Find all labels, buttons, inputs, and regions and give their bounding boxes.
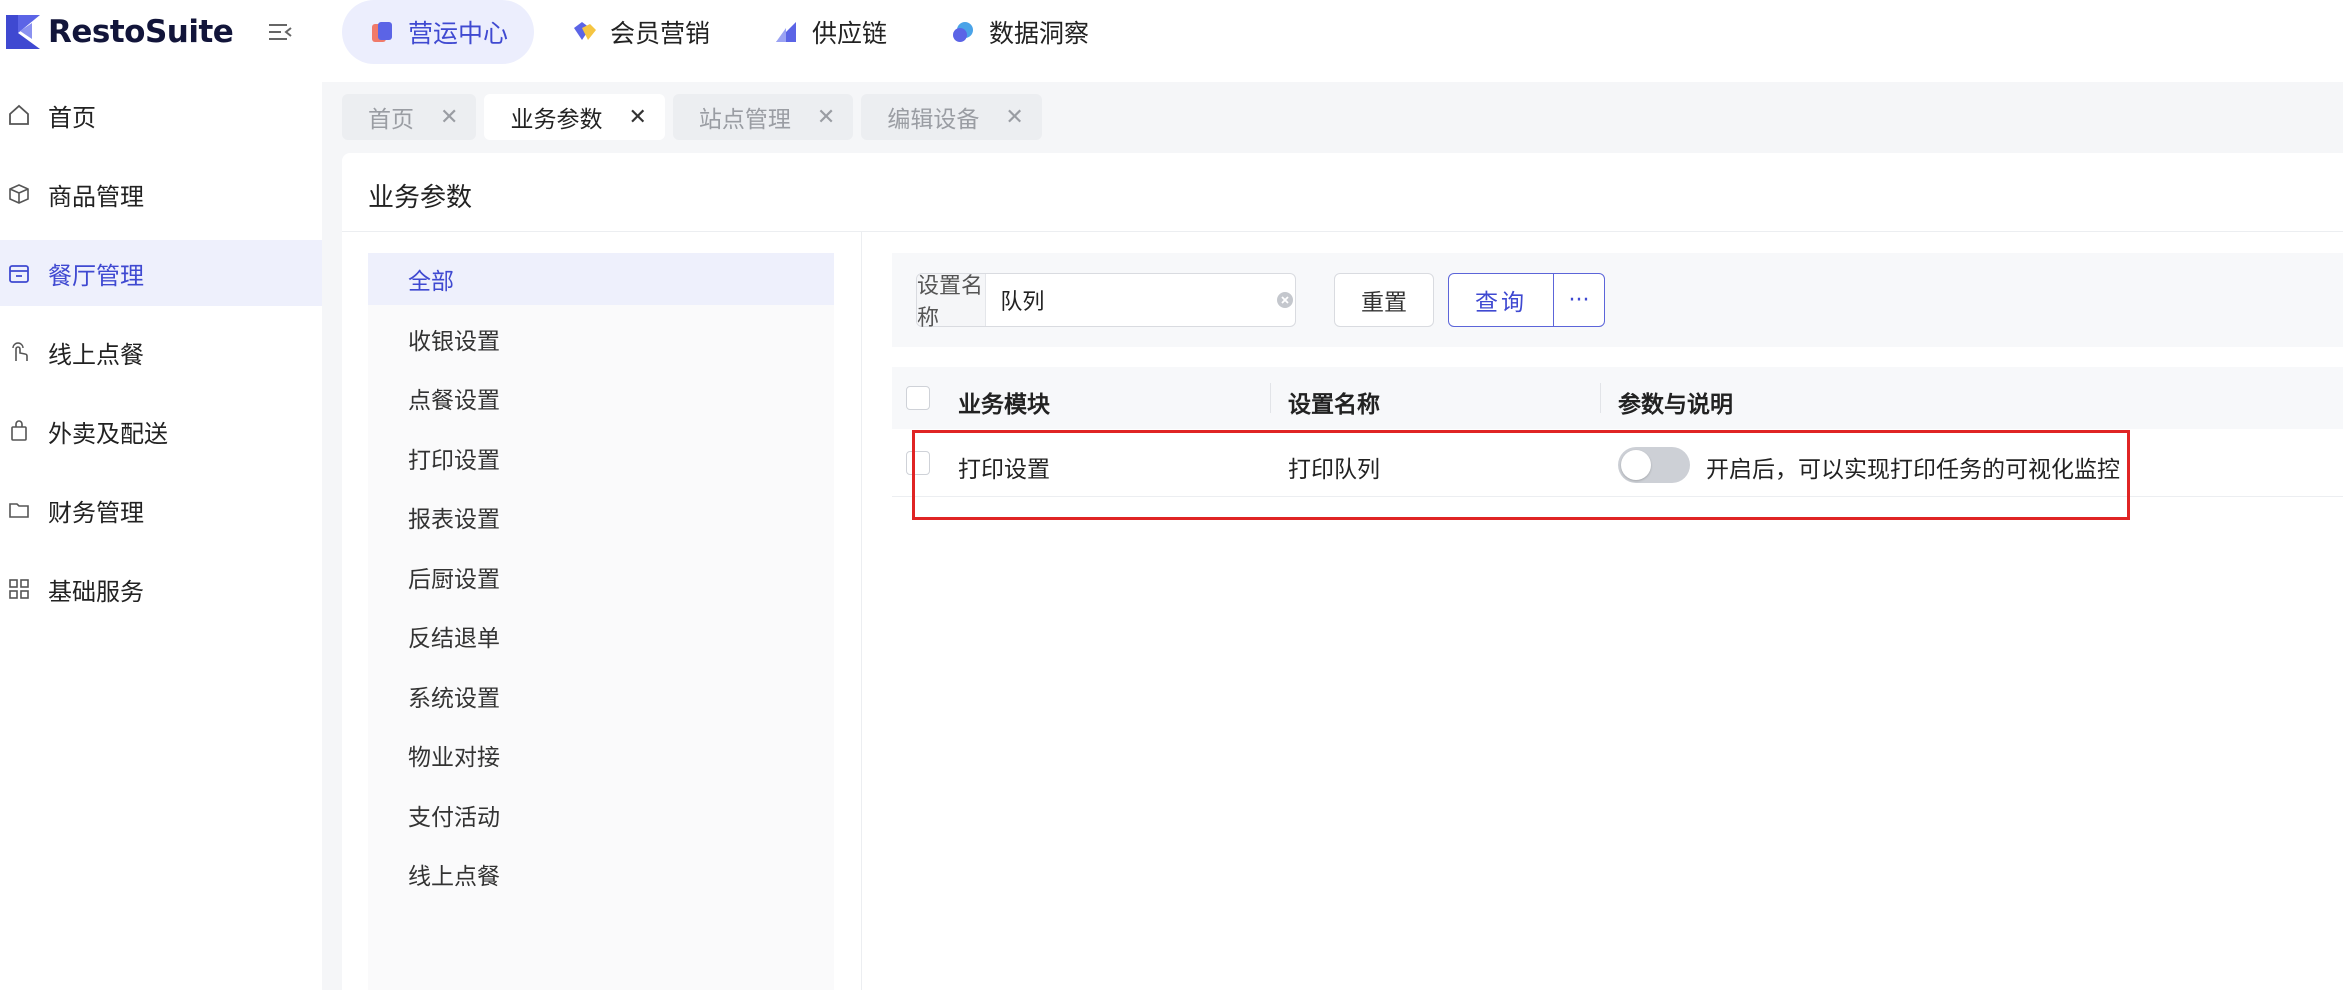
top-bar: RestoSuite 营运中心 会员营销 供应链 数据洞察 <box>0 0 2343 82</box>
column-separator <box>1270 383 1271 413</box>
sidebar-item-label: 外卖及配送 <box>48 419 168 448</box>
sidebar-item-home[interactable]: 首页 <box>0 82 322 148</box>
sidebar-item-label: 基础服务 <box>48 577 144 606</box>
setting-name-filter: 设置名称 <box>916 273 1296 331</box>
category-item-reports[interactable]: 报表设置 <box>368 491 834 543</box>
sidebar-item-online-order[interactable]: 线上点餐 <box>0 319 322 385</box>
column-header-params: 参数与说明 <box>1618 392 1733 418</box>
page-tab-home[interactable]: 首页 ✕ <box>342 94 477 140</box>
module-tab-label: 营运中心 <box>408 19 509 48</box>
category-item-payment[interactable]: 支付活动 <box>368 789 834 841</box>
page-tab-site-management[interactable]: 站点管理 ✕ <box>672 94 854 140</box>
filter-label: 设置名称 <box>917 274 987 331</box>
category-list: 全部 收银设置 点餐设置 打印设置 报表设置 后厨设置 反结退单 系统设置 物业… <box>368 253 834 990</box>
bag-icon <box>8 420 30 442</box>
category-item-ordering[interactable]: 点餐设置 <box>368 372 834 424</box>
panel-divider <box>861 232 862 990</box>
operations-icon <box>372 22 392 42</box>
menu-collapse-icon <box>269 24 292 40</box>
sidebar-item-restaurant[interactable]: 餐厅管理 <box>0 240 322 306</box>
print-queue-toggle[interactable] <box>1618 447 1690 483</box>
membership-icon <box>574 22 597 40</box>
store-icon <box>8 262 30 284</box>
sidebar-item-label: 首页 <box>48 103 96 132</box>
grid-icon <box>8 578 30 600</box>
sidebar-item-finance[interactable]: 财务管理 <box>0 477 322 543</box>
table-row: 打印设置 打印队列 开启后，可以实现打印任务的可视化监控 <box>892 429 2343 497</box>
page-tabs: 首页 ✕ 业务参数 ✕ 站点管理 ✕ 编辑设备 ✕ <box>342 94 1050 140</box>
page-tab-edit-device[interactable]: 编辑设备 ✕ <box>861 94 1042 140</box>
folder-icon <box>8 499 30 521</box>
app-logo[interactable]: RestoSuite <box>4 12 234 52</box>
close-icon[interactable]: ✕ <box>817 105 835 130</box>
category-item-system[interactable]: 系统设置 <box>368 670 834 722</box>
category-item-online-order[interactable]: 线上点餐 <box>368 848 834 900</box>
column-header-module: 业务模块 <box>958 392 1050 418</box>
app-name: RestoSuite <box>48 14 234 50</box>
module-tab-label: 数据洞察 <box>989 19 1090 48</box>
column-separator <box>1600 383 1601 413</box>
sidebar-item-label: 商品管理 <box>48 182 144 211</box>
close-icon[interactable]: ✕ <box>440 105 458 130</box>
more-options-button[interactable]: ··· <box>1553 273 1605 327</box>
module-tab-operations[interactable]: 营运中心 <box>342 0 535 64</box>
select-all-checkbox[interactable] <box>906 386 930 410</box>
sidebar-item-basic-services[interactable]: 基础服务 <box>0 556 322 622</box>
app-root: RestoSuite 营运中心 会员营销 供应链 数据洞察 首页 商品管理 餐厅… <box>0 0 2343 990</box>
sidebar-item-products[interactable]: 商品管理 <box>0 161 322 227</box>
page-tab-label: 业务参数 <box>510 107 603 133</box>
page-tab-label: 站点管理 <box>698 107 791 133</box>
divider <box>342 231 2343 232</box>
page-title: 业务参数 <box>368 183 473 213</box>
hand-tap-icon <box>8 341 30 363</box>
module-tab-insights[interactable]: 数据洞察 <box>923 0 1115 64</box>
supply-chain-icon <box>776 22 797 42</box>
box-icon <box>8 183 30 205</box>
page-tab-label: 编辑设备 <box>887 107 980 133</box>
category-item-printing[interactable]: 打印设置 <box>368 432 834 484</box>
column-header-setting-name: 设置名称 <box>1288 392 1380 418</box>
category-item-cashier[interactable]: 收银设置 <box>368 313 834 365</box>
table-header: 业务模块 设置名称 参数与说明 <box>892 367 2343 429</box>
sidebar-item-label: 财务管理 <box>48 498 144 527</box>
close-icon[interactable]: ✕ <box>628 105 646 130</box>
reset-button[interactable]: 重置 <box>1334 273 1434 327</box>
setting-name-input[interactable] <box>986 274 1275 326</box>
query-button[interactable]: 查询 <box>1448 273 1554 327</box>
sidebar-item-label: 餐厅管理 <box>48 261 144 290</box>
clear-icon[interactable] <box>1274 274 1295 326</box>
module-tab-label: 供应链 <box>812 19 888 48</box>
category-item-all[interactable]: 全部 <box>368 253 834 305</box>
params-table: 业务模块 设置名称 参数与说明 打印设置 打印队列 开启后，可以实现打印任务的可… <box>892 367 2343 497</box>
module-tab-label: 会员营销 <box>610 19 711 48</box>
page-tab-business-params[interactable]: 业务参数 ✕ <box>484 94 665 140</box>
cell-module: 打印设置 <box>958 457 1050 483</box>
close-icon[interactable]: ✕ <box>1005 105 1023 130</box>
page-tab-label: 首页 <box>368 107 414 133</box>
category-item-property[interactable]: 物业对接 <box>368 729 834 781</box>
sidebar-item-delivery[interactable]: 外卖及配送 <box>0 398 322 464</box>
module-tab-supply-chain[interactable]: 供应链 <box>746 0 913 64</box>
sidebar-item-label: 线上点餐 <box>48 340 144 369</box>
category-item-refund[interactable]: 反结退单 <box>368 610 834 662</box>
menu-collapse-button[interactable] <box>262 14 298 50</box>
cell-description: 开启后，可以实现打印任务的可视化监控 <box>1706 457 2120 483</box>
category-item-kitchen[interactable]: 后厨设置 <box>368 551 834 603</box>
main-content: 业务参数 全部 收银设置 点餐设置 打印设置 报表设置 后厨设置 反结退单 系统… <box>342 153 2343 990</box>
home-icon <box>8 104 30 126</box>
module-tab-membership[interactable]: 会员营销 <box>544 0 736 64</box>
toggle-knob <box>1621 450 1651 480</box>
module-tabs: 营运中心 会员营销 供应链 数据洞察 <box>342 0 1125 64</box>
filter-bar: 设置名称 重置 查询 ··· <box>892 253 2343 347</box>
cell-setting-name: 打印队列 <box>1288 457 1380 483</box>
sidebar: 首页 商品管理 餐厅管理 线上点餐 外卖及配送 财务管理 基础服务 <box>0 82 322 990</box>
insights-icon <box>953 22 974 42</box>
restosuite-logo-icon <box>6 15 40 49</box>
row-checkbox[interactable] <box>906 451 930 475</box>
